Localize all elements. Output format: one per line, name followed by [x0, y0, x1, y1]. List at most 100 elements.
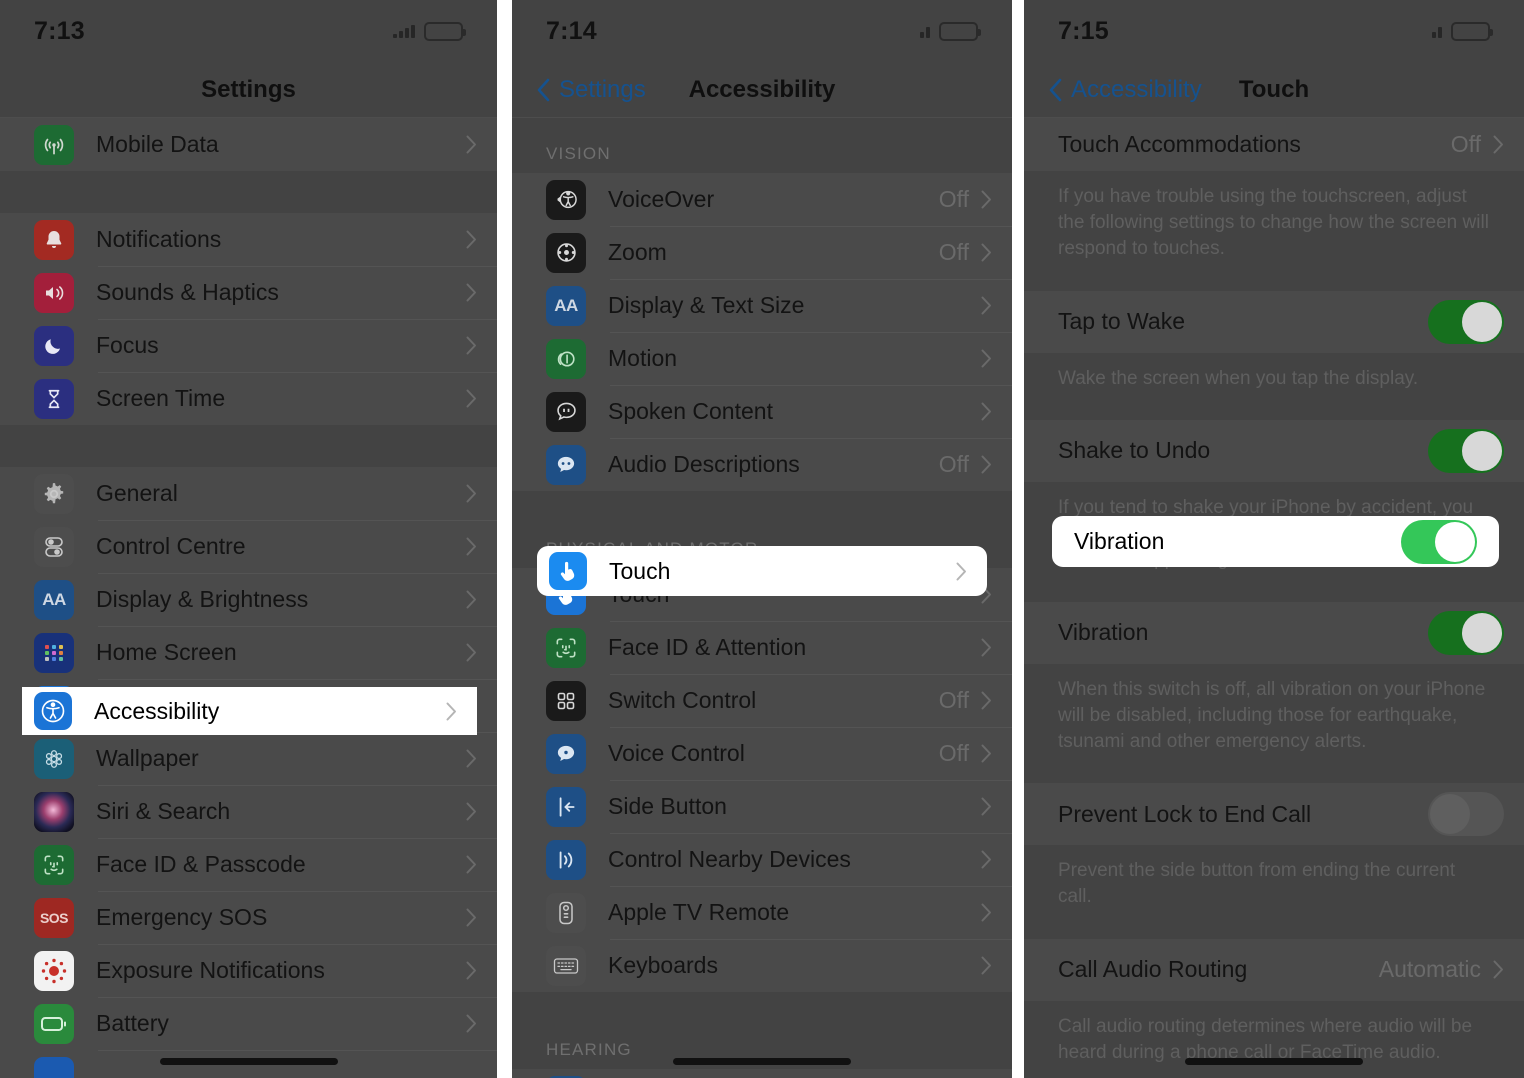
back-label: Settings [559, 75, 646, 103]
group-header-vision: VISION [546, 144, 611, 163]
chevron-right-icon [981, 243, 992, 262]
list-item-prevent-lock-to-end-call[interactable]: Prevent Lock to End Call [1024, 783, 1524, 846]
sidebar-item-screen-time[interactable]: Screen Time [0, 372, 497, 425]
sidebar-item-general[interactable]: General [0, 467, 497, 520]
touch-accommodations-group: Touch Accommodations Off [1024, 118, 1524, 171]
touch-icon [549, 552, 587, 590]
signal-bars-icon [1432, 24, 1442, 38]
chevron-right-icon [466, 484, 477, 503]
panel-divider [497, 0, 512, 1078]
sidebar-item-side-button[interactable]: Side Button [512, 780, 1012, 833]
chevron-right-icon [981, 850, 992, 869]
sidebar-item-hearing-devices[interactable]: Hearing Devices [512, 1069, 1012, 1078]
sidebar-item-control-centre[interactable]: Control Centre [0, 520, 497, 573]
list-item-call-audio-routing[interactable]: Call Audio Routing Automatic [1024, 938, 1524, 1001]
audio-descriptions-icon [546, 444, 586, 485]
sidebar-item-mobile-data[interactable]: Mobile Data [0, 118, 497, 171]
sidebar-item-apple-tv-remote[interactable]: Apple TV Remote [512, 886, 1012, 939]
row-label: Prevent Lock to End Call [1058, 800, 1312, 827]
sidebar-item-display-text-size[interactable]: AA Display & Text Size [512, 279, 1012, 332]
sidebar-item-focus[interactable]: Focus [0, 319, 497, 372]
page-title: Settings [201, 75, 296, 103]
row-label: Keyboards [608, 952, 718, 978]
chevron-right-icon [466, 537, 477, 556]
sidebar-item-zoom[interactable]: Zoom Off [512, 226, 1012, 279]
back-button[interactable]: Settings [536, 76, 646, 104]
accessibility-group-vision: VoiceOver Off Zoom Off AA Display & Text… [512, 173, 1012, 491]
settings-list[interactable]: Mobile Data Notifications Sounds & Hapti… [0, 118, 497, 1078]
sidebar-item-exposure-notifications[interactable]: Exposure Notifications [0, 944, 497, 997]
vibration-group: Vibration [1024, 601, 1524, 664]
sidebar-item-spoken-content[interactable]: Spoken Content [512, 385, 1012, 438]
chevron-right-icon [466, 336, 477, 355]
sidebar-item-display-brightness[interactable]: AA Display & Brightness [0, 573, 497, 626]
zoom-icon [546, 232, 586, 273]
back-button[interactable]: Accessibility [1048, 76, 1202, 104]
wallpaper-icon [34, 738, 74, 779]
touch-list[interactable]: Touch Accommodations Off If you have tro… [1024, 118, 1524, 1078]
chevron-right-icon [981, 956, 992, 975]
row-value: Automatic [1378, 956, 1481, 983]
sidebar-item-home-screen[interactable]: Home Screen [0, 626, 497, 679]
settings-group-system: General Control Centre AA Display & Brig… [0, 467, 497, 1078]
row-label: Display & Brightness [96, 586, 309, 612]
row-label: General [96, 480, 178, 506]
highlight-vibration-row[interactable]: Vibration [1052, 516, 1499, 567]
chevron-right-icon [466, 749, 477, 768]
list-item-tap-to-wake[interactable]: Tap to Wake [1024, 290, 1524, 353]
list-item-shake-to-undo[interactable]: Shake to Undo [1024, 419, 1524, 482]
row-label: Zoom [608, 239, 667, 265]
sidebar-item-siri-search[interactable]: Siri & Search [0, 785, 497, 838]
row-label: Audio Descriptions [608, 451, 800, 477]
voiceover-icon [546, 179, 586, 220]
panel-divider [1012, 0, 1024, 1078]
footnote-vibration: When this switch is off, all vibration o… [1058, 678, 1486, 752]
sidebar-item-emergency-sos[interactable]: SOS Emergency SOS [0, 891, 497, 944]
prevent-lock-toggle[interactable] [1428, 792, 1504, 837]
sidebar-item-audio-descriptions[interactable]: Audio Descriptions Off [512, 438, 1012, 491]
accessibility-group-physical-motor: Touch Face ID & Attention [512, 568, 1012, 992]
row-value: Off [1450, 131, 1481, 157]
sidebar-item-control-nearby-devices[interactable]: Control Nearby Devices [512, 833, 1012, 886]
accessibility-group-hearing: Hearing Devices [512, 1069, 1012, 1078]
privacy-icon [34, 1056, 74, 1078]
battery-icon [424, 21, 466, 41]
status-indicators [393, 21, 466, 41]
list-item-touch-accommodations[interactable]: Touch Accommodations Off [1024, 118, 1524, 171]
sidebar-item-voice-control[interactable]: Voice Control Off [512, 727, 1012, 780]
sidebar-item-keyboards[interactable]: Keyboards [512, 939, 1012, 992]
highlight-accessibility-row[interactable]: Accessibility [22, 687, 477, 735]
battery-settings-icon [34, 1003, 74, 1044]
sidebar-item-voiceover[interactable]: VoiceOver Off [512, 173, 1012, 226]
status-bar: 7:13 [0, 0, 497, 62]
row-label: VoiceOver [608, 186, 715, 212]
sidebar-item-face-id-attention[interactable]: Face ID & Attention [512, 621, 1012, 674]
vibration-toggle[interactable] [1401, 519, 1477, 564]
sidebar-item-notifications[interactable]: Notifications [0, 213, 497, 266]
accessibility-list[interactable]: VISION VoiceOver Off Zoom Off AA Display… [512, 118, 1012, 1078]
list-item-vibration-placeholder[interactable]: Vibration [1024, 601, 1524, 664]
status-time: 7:13 [34, 16, 85, 45]
footnote-touch-accommodations: If you have trouble using the touchscree… [1058, 186, 1489, 260]
vibration-toggle-placeholder[interactable] [1428, 610, 1504, 655]
sidebar-item-motion[interactable]: Motion [512, 332, 1012, 385]
highlight-touch-row[interactable]: Touch [537, 546, 987, 596]
sidebar-item-battery[interactable]: Battery [0, 997, 497, 1050]
switch-control-icon [546, 680, 586, 721]
home-screen-icon [34, 632, 74, 673]
motion-icon [546, 338, 586, 379]
chevron-right-icon [466, 908, 477, 927]
row-label: Sounds & Haptics [96, 279, 279, 305]
tap-to-wake-toggle[interactable] [1428, 299, 1504, 344]
signal-bars-icon [393, 24, 415, 38]
sidebar-item-wallpaper[interactable]: Wallpaper [0, 732, 497, 785]
chevron-right-icon [1493, 135, 1504, 154]
sidebar-item-face-id-passcode[interactable]: Face ID & Passcode [0, 838, 497, 891]
sidebar-item-sounds-haptics[interactable]: Sounds & Haptics [0, 266, 497, 319]
row-label: Vibration [1074, 528, 1165, 554]
sidebar-item-switch-control[interactable]: Switch Control Off [512, 674, 1012, 727]
shake-to-undo-toggle[interactable] [1428, 428, 1504, 473]
row-label: Vibration [1058, 619, 1149, 646]
row-label: Accessibility [94, 697, 220, 724]
keyboards-icon [546, 945, 586, 986]
